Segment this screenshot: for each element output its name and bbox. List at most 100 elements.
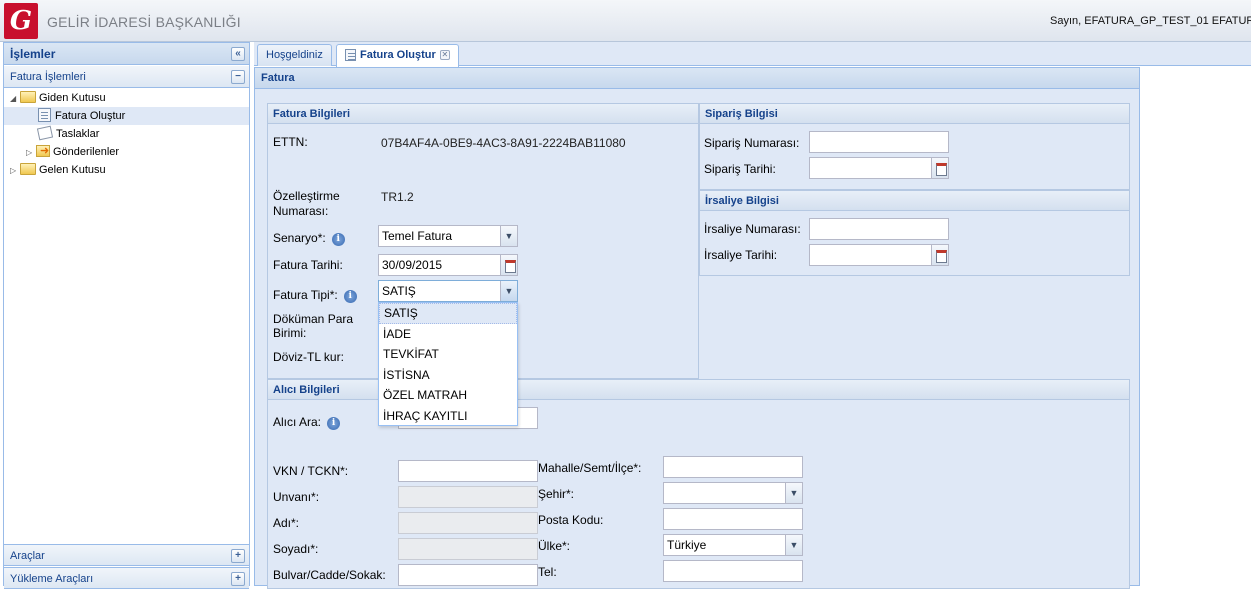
sidebar: İşlemler « Fatura İşlemleri − ◢ Giden Kut… <box>3 42 250 589</box>
app-header: G GELİR İDARESİ BAŞKANLIĞI Sayın, EFATUR… <box>0 0 1251 42</box>
panel-title: Fatura <box>255 68 1139 89</box>
app-title: GELİR İDARESİ BAŞKANLIĞI <box>47 14 241 30</box>
tree-label: Giden Kutusu <box>39 92 106 104</box>
collapse-sidebar-button[interactable]: « <box>231 47 245 61</box>
calendar-icon[interactable] <box>931 245 948 265</box>
draft-icon <box>36 125 54 141</box>
document-icon <box>38 108 51 122</box>
vkn-input[interactable] <box>398 460 538 482</box>
bulvar-label: Bulvar/Cadde/Sokak: <box>273 568 386 582</box>
irsaliye-no-label: İrsaliye Numarası: <box>704 222 801 236</box>
tab-label: Hoşgeldiniz <box>266 49 323 61</box>
expand-arrow-icon[interactable]: ◢ <box>10 90 20 108</box>
tree-label: Fatura Oluştur <box>55 110 126 122</box>
ozellestirme-label-line1: Özelleştirme <box>273 189 340 203</box>
tree-item-gelen-kutusu[interactable]: ▷ Gelen Kutusu <box>10 161 106 179</box>
dropdown-option-satis[interactable]: SATIŞ <box>379 303 517 324</box>
mahalle-label: Mahalle/Semt/İlçe*: <box>538 461 642 475</box>
dropdown-option-ozel-matrah[interactable]: ÖZEL MATRAH <box>379 385 517 406</box>
senaryo-value: Temel Fatura <box>382 229 453 243</box>
ozellestirme-label-line2: Numarası: <box>273 204 329 218</box>
fatura-tipi-label-row: Fatura Tipi*: i <box>273 288 357 303</box>
folder-icon <box>20 163 36 175</box>
dropdown-option-iade[interactable]: İADE <box>379 324 517 345</box>
unvan-label: Unvanı*: <box>273 490 320 504</box>
section-araclar[interactable]: Araçlar + <box>4 544 249 566</box>
calendar-icon[interactable] <box>500 255 517 275</box>
document-icon <box>345 49 356 61</box>
tree-label: Gönderilenler <box>53 146 120 158</box>
doviz-label-line1: Döküman Para <box>273 312 354 326</box>
expand-arrow-icon[interactable]: ▷ <box>26 144 36 162</box>
fatura-tarihi-value: 30/09/2015 <box>382 258 443 272</box>
fatura-tipi-dropdown-list: SATIŞ İADE TEVKİFAT İSTİSNA ÖZEL MATRAH … <box>378 302 518 426</box>
tel-label: Tel: <box>538 565 557 579</box>
close-icon[interactable]: ✕ <box>439 50 450 60</box>
sehir-label: Şehir*: <box>538 487 575 501</box>
user-greeting: Sayın, EFATURA_GP_TEST_01 EFATURA_ <box>1050 15 1251 27</box>
tree-item-gonderilenler[interactable]: ▷ Gönderilenler <box>26 142 120 162</box>
tab-bar: Hoşgeldiniz Fatura Oluştur ✕ <box>254 42 1251 67</box>
fatura-tipi-combo[interactable]: SATIŞ ▼ <box>378 280 518 302</box>
ettn-label: ETTN: <box>273 135 308 149</box>
expand-arrow-icon[interactable]: ▷ <box>10 162 20 180</box>
tree-item-taslaklar[interactable]: Taslaklar <box>36 125 100 143</box>
expand-section-button[interactable]: + <box>231 549 245 563</box>
info-icon[interactable]: i <box>343 290 357 303</box>
ozellestirme-value: TR1.2 <box>381 190 414 204</box>
dropdown-option-istisna[interactable]: İSTİSNA <box>379 365 517 386</box>
tab-label: Fatura Oluştur <box>360 49 436 61</box>
soyadi-input[interactable] <box>398 538 538 560</box>
info-icon[interactable]: i <box>331 233 345 246</box>
senaryo-combo[interactable]: Temel Fatura ▼ <box>378 225 518 247</box>
calendar-icon[interactable] <box>931 158 948 178</box>
dropdown-option-tevkifat[interactable]: TEVKİFAT <box>379 344 517 365</box>
section-fatura-islemleri[interactable]: Fatura İşlemleri − <box>4 66 249 88</box>
tree-item-fatura-olustur[interactable]: Fatura Oluştur <box>4 107 249 125</box>
unvan-input[interactable] <box>398 486 538 508</box>
expand-section-button[interactable]: + <box>231 572 245 586</box>
irsaliye-no-input[interactable] <box>809 218 949 240</box>
fieldset-title: Fatura Bilgileri <box>268 104 698 124</box>
ulke-value: Türkiye <box>667 538 707 552</box>
chevron-down-icon[interactable]: ▼ <box>500 281 517 301</box>
tree-item-giden-kutusu[interactable]: ◢ Giden Kutusu <box>10 89 106 107</box>
irsaliye-tarihi-label: İrsaliye Tarihi: <box>704 248 778 262</box>
fieldset-title: Sipariş Bilgisi <box>700 104 1129 124</box>
tel-input[interactable] <box>663 560 803 582</box>
posta-kodu-input[interactable] <box>663 508 803 530</box>
adi-input[interactable] <box>398 512 538 534</box>
bulvar-input[interactable] <box>398 564 538 586</box>
alici-ara-label: Alıcı Ara: <box>273 415 322 429</box>
tab-fatura-olustur[interactable]: Fatura Oluştur ✕ <box>336 44 459 67</box>
tree-label: Taslaklar <box>56 128 100 140</box>
ulke-combo[interactable]: Türkiye ▼ <box>663 534 803 556</box>
siparis-no-input[interactable] <box>809 131 949 153</box>
gib-logo-icon: G <box>4 3 38 39</box>
sehir-combo[interactable]: ▼ <box>663 482 803 504</box>
fieldset-title: İrsaliye Bilgisi <box>700 191 1129 211</box>
dropdown-option-ihrac-kayitli[interactable]: İHRAÇ KAYITLI <box>379 406 517 427</box>
tab-hosgeldiniz[interactable]: Hoşgeldiniz <box>257 44 332 66</box>
doviz-label-line2: Birimi: <box>273 326 307 340</box>
fatura-tipi-value: SATIŞ <box>382 284 416 298</box>
chevron-down-icon[interactable]: ▼ <box>500 226 517 246</box>
sidebar-title: İşlemler <box>10 47 56 61</box>
fatura-tarihi-field[interactable]: 30/09/2015 <box>378 254 518 276</box>
senaryo-label-row: Senaryo*: i <box>273 231 345 246</box>
fatura-tarihi-label: Fatura Tarihi: <box>273 258 343 272</box>
folder-icon <box>20 91 36 103</box>
mahalle-input[interactable] <box>663 456 803 478</box>
siparis-tarihi-field[interactable] <box>809 157 949 179</box>
chevron-down-icon[interactable]: ▼ <box>785 535 802 555</box>
senaryo-label: Senaryo*: <box>273 231 326 245</box>
ettn-value: 07B4AF4A-0BE9-4AC3-8A91-2224BAB11080 <box>381 136 626 150</box>
info-icon[interactable]: i <box>327 417 341 430</box>
alici-ara-label-row: Alıcı Ara: i <box>273 415 341 430</box>
irsaliye-tarihi-field[interactable] <box>809 244 949 266</box>
posta-kodu-label: Posta Kodu: <box>538 513 604 527</box>
chevron-down-icon[interactable]: ▼ <box>785 483 802 503</box>
tree-label: Gelen Kutusu <box>39 164 106 176</box>
doviz-kur-label: Döviz-TL kur: <box>273 350 344 364</box>
collapse-section-button[interactable]: − <box>231 70 245 84</box>
